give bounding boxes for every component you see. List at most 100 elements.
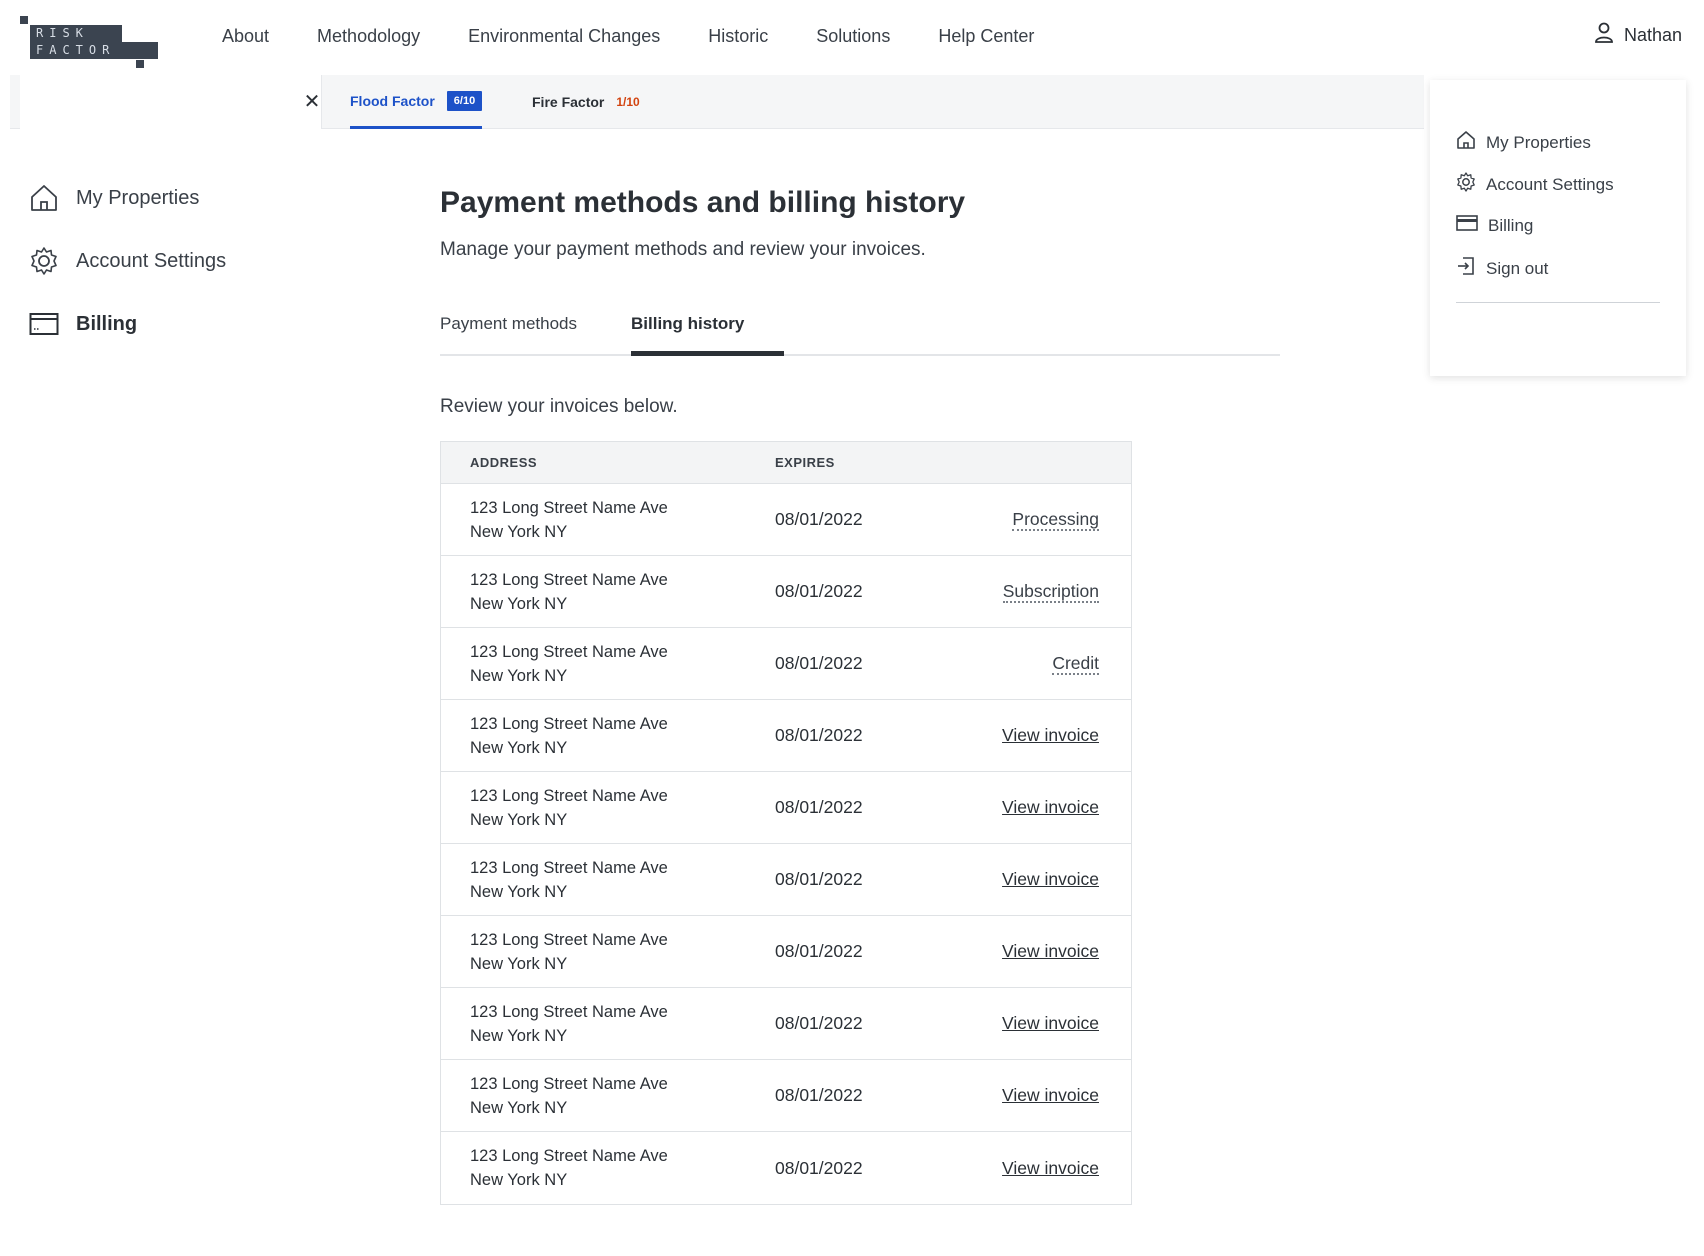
nav-link-about[interactable]: About <box>222 26 269 47</box>
address-line-2: New York NY <box>470 522 568 541</box>
row-address: 123 Long Street Name Ave New York NY <box>441 712 775 760</box>
row-action-cell: Processing <box>975 509 1131 531</box>
tab-billing-history[interactable]: Billing history <box>631 314 744 334</box>
tab-fire-factor[interactable]: Fire Factor 1/10 <box>532 75 640 129</box>
column-header-expires: EXPIRES <box>775 455 835 470</box>
property-search-input[interactable] <box>20 75 280 129</box>
invoices-intro: Review your invoices below. <box>440 396 678 417</box>
address-line-2: New York NY <box>470 738 568 757</box>
account-sidebar: My Properties Account Settings Billing <box>28 182 328 371</box>
top-navigation: RISK FACTOR About Methodology Environmen… <box>0 0 1704 74</box>
property-search: ✕ <box>20 75 322 129</box>
row-address: 123 Long Street Name Ave New York NY <box>441 496 775 544</box>
invoices-table: ADDRESS EXPIRES 123 Long Street Name Ave… <box>440 441 1132 1205</box>
logo-square-bottom <box>136 60 144 68</box>
sidebar-item-label: Billing <box>76 312 138 335</box>
row-address: 123 Long Street Name Ave New York NY <box>441 856 775 904</box>
nav-link-methodology[interactable]: Methodology <box>317 26 420 47</box>
close-icon[interactable]: ✕ <box>302 92 322 112</box>
property-subbar: ✕ Flood Factor 6/10 Fire Factor 1/10 <box>10 75 1424 129</box>
address-line-1: 123 Long Street Name Ave <box>470 1074 668 1093</box>
row-action-cell: View invoice <box>975 869 1131 890</box>
billing-main: Payment methods and billing history Mana… <box>440 186 1280 1205</box>
table-row: 123 Long Street Name Ave New York NY 08/0… <box>441 988 1131 1060</box>
nav-link-help-center[interactable]: Help Center <box>938 26 1034 47</box>
address-line-1: 123 Long Street Name Ave <box>470 930 668 949</box>
address-line-2: New York NY <box>470 1098 568 1117</box>
nav-link-solutions[interactable]: Solutions <box>816 26 890 47</box>
home-icon <box>1456 130 1476 155</box>
sidebar-item-account-settings[interactable]: Account Settings <box>28 245 328 277</box>
address-line-1: 123 Long Street Name Ave <box>470 786 668 805</box>
address-line-1: 123 Long Street Name Ave <box>470 1147 668 1165</box>
column-header-address: ADDRESS <box>470 455 538 470</box>
table-row: 123 Long Street Name Ave New York NY 08/0… <box>441 484 1131 556</box>
view-invoice-link[interactable]: View invoice <box>1002 941 1099 961</box>
sign-out-icon <box>1456 256 1476 281</box>
sidebar-item-my-properties[interactable]: My Properties <box>28 182 328 214</box>
view-invoice-link[interactable]: View invoice <box>1002 869 1099 889</box>
view-invoice-link[interactable]: View invoice <box>1002 1085 1099 1105</box>
page-title: Payment methods and billing history <box>440 186 966 219</box>
view-invoice-link[interactable]: View invoice <box>1002 1158 1099 1178</box>
row-address: 123 Long Street Name Ave New York NY <box>441 568 775 616</box>
billing-tabs: Payment methods Billing history <box>440 304 1280 356</box>
dropdown-item-billing[interactable]: Billing <box>1456 214 1533 237</box>
tab-flood-factor[interactable]: Flood Factor 6/10 <box>350 75 483 129</box>
view-invoice-link[interactable]: View invoice <box>1002 725 1099 745</box>
page-subtitle: Manage your payment methods and review y… <box>440 239 926 260</box>
user-dropdown-menu: My Properties Account Settings Billing S… <box>1430 80 1686 376</box>
flood-factor-label: Flood Factor <box>350 92 435 109</box>
credit-status[interactable]: Credit <box>1052 653 1099 675</box>
row-action-cell: View invoice <box>975 725 1131 746</box>
user-menu-button[interactable]: Nathan <box>1594 22 1682 49</box>
credit-card-icon <box>1456 214 1478 237</box>
fire-factor-score: 1/10 <box>616 95 640 109</box>
gear-icon <box>28 245 60 277</box>
dropdown-item-my-properties[interactable]: My Properties <box>1456 130 1591 155</box>
row-expires: 08/01/2022 <box>775 869 863 889</box>
risk-factor-logo[interactable]: RISK FACTOR <box>20 16 158 68</box>
view-invoice-link[interactable]: View invoice <box>1002 1013 1099 1033</box>
tab-payment-methods[interactable]: Payment methods <box>440 314 577 334</box>
row-expires: 08/01/2022 <box>775 1085 863 1105</box>
row-action-cell: View invoice <box>975 1013 1131 1034</box>
row-expires: 08/01/2022 <box>775 1157 863 1178</box>
row-action-cell: View invoice <box>975 797 1131 818</box>
table-row: 123 Long Street Name Ave New York NY 08/0… <box>441 1060 1131 1132</box>
subscription-status[interactable]: Subscription <box>1002 581 1099 603</box>
processing-status[interactable]: Processing <box>1012 509 1099 531</box>
dropdown-item-sign-out[interactable]: Sign out <box>1456 256 1548 281</box>
table-row: 123 Long Street Name Ave New York NY 08/0… <box>441 1132 1131 1204</box>
logo-square-top <box>20 16 28 24</box>
row-address: 123 Long Street Name Ave New York NY <box>441 1000 775 1048</box>
row-action-cell: Credit <box>975 653 1131 675</box>
address-line-1: 123 Long Street Name Ave <box>470 570 668 589</box>
view-invoice-link[interactable]: View invoice <box>1002 797 1099 817</box>
dropdown-item-account-settings[interactable]: Account Settings <box>1456 172 1614 197</box>
row-action-cell: View invoice <box>975 1085 1131 1106</box>
row-expires: 08/01/2022 <box>775 725 863 745</box>
address-line-1: 123 Long Street Name Ave <box>470 642 668 661</box>
row-expires: 08/01/2022 <box>775 797 863 817</box>
sidebar-item-label: My Properties <box>76 186 200 209</box>
sidebar-item-billing[interactable]: Billing <box>28 308 328 340</box>
user-name: Nathan <box>1623 25 1682 45</box>
row-address: 123 Long Street Name Ave New York NY <box>441 784 775 832</box>
row-action-cell: View invoice <box>975 1158 1131 1179</box>
nav-link-historic[interactable]: Historic <box>708 26 768 47</box>
row-expires: 08/01/2022 <box>775 941 863 961</box>
dropdown-item-label: Sign out <box>1486 258 1549 278</box>
flood-factor-score: 6/10 <box>446 90 483 111</box>
home-icon <box>28 182 60 214</box>
nav-links: About Methodology Environmental Changes … <box>222 26 1082 47</box>
address-line-2: New York NY <box>470 954 568 973</box>
logo-line-1: RISK <box>30 25 122 42</box>
credit-card-icon <box>28 308 60 340</box>
logo-line-2: FACTOR <box>30 42 158 59</box>
dropdown-item-label: Billing <box>1488 215 1534 235</box>
row-address: 123 Long Street Name Ave New York NY <box>441 640 775 688</box>
nav-link-environmental-changes[interactable]: Environmental Changes <box>468 26 660 47</box>
row-action-cell: Subscription <box>975 581 1131 603</box>
address-line-2: New York NY <box>470 1026 568 1045</box>
